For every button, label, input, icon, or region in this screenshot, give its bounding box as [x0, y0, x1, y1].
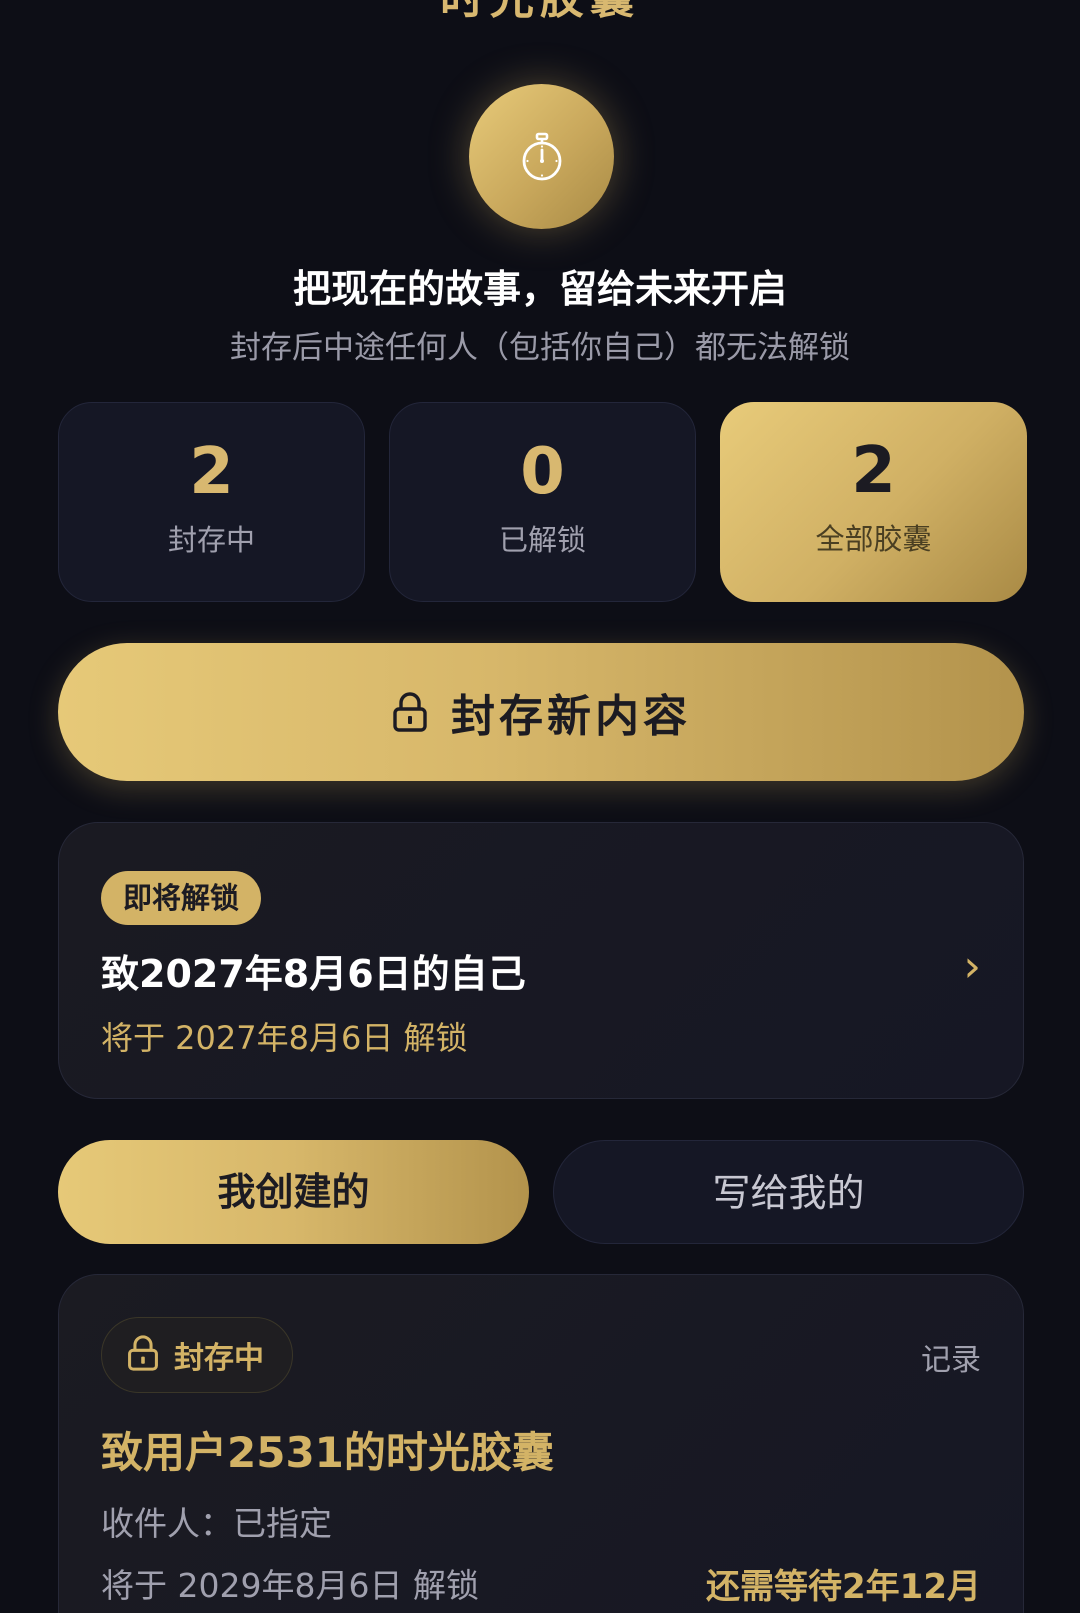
- capsule-card[interactable]: 封存中 记录 致用户2531的时光胶囊 收件人：已指定 将于 2029年8月6日…: [58, 1274, 1024, 1613]
- capsule-title: 致用户2531的时光胶囊: [101, 1428, 554, 1477]
- capsule-unlock-date: 将于 2029年8月6日 解锁: [101, 1566, 479, 1605]
- stat-all[interactable]: 2 全部胶囊: [720, 402, 1027, 602]
- lock-icon: [391, 691, 429, 733]
- stat-unlocked[interactable]: 0 已解锁: [389, 402, 696, 602]
- stat-all-value: 2: [851, 434, 896, 508]
- hero-headline: 把现在的故事，留给未来开启: [292, 267, 787, 311]
- time-capsule-page: 时光胶囊 把现在的故事，留给未来开启 封存后中途任何人（包括你自己）都无法解锁 …: [0, 0, 1080, 1613]
- stat-unlocked-value: 0: [520, 435, 565, 509]
- tab-created-by-me[interactable]: 我创建的: [58, 1140, 529, 1244]
- stat-unlocked-label: 已解锁: [498, 523, 586, 558]
- upcoming-unlock-date: 将于 2027年8月6日 解锁: [101, 1019, 468, 1057]
- upcoming-title: 致2027年8月6日的自己: [101, 952, 526, 996]
- status-badge: 封存中: [101, 1317, 293, 1393]
- upcoming-badge: 即将解锁: [101, 871, 262, 925]
- lock-icon: [126, 1334, 160, 1376]
- stat-sealed-value: 2: [189, 435, 234, 509]
- stat-sealed[interactable]: 2 封存中: [58, 402, 365, 602]
- capsule-recipient: 收件人：已指定: [101, 1504, 332, 1543]
- stat-sealed-label: 封存中: [167, 523, 255, 558]
- seal-new-content-button[interactable]: 封存新内容: [58, 643, 1024, 781]
- chevron-right-icon[interactable]: ›: [963, 941, 981, 992]
- record-link[interactable]: 记录: [921, 1335, 981, 1379]
- stopwatch-icon: [469, 84, 614, 229]
- seal-new-content-label: 封存新内容: [451, 691, 691, 742]
- page-title: 时光胶囊: [0, 0, 1080, 26]
- capsule-wait-time: 还需等待2年12月: [706, 1567, 981, 1607]
- hero-subline: 封存后中途任何人（包括你自己）都无法解锁: [230, 330, 850, 366]
- status-badge-label: 封存中: [174, 1341, 264, 1376]
- stat-all-label: 全部胶囊: [815, 522, 932, 557]
- upcoming-unlock-card[interactable]: 即将解锁 致2027年8月6日的自己 将于 2027年8月6日 解锁 ›: [58, 822, 1024, 1099]
- tab-written-to-me[interactable]: 写给我的: [553, 1140, 1024, 1244]
